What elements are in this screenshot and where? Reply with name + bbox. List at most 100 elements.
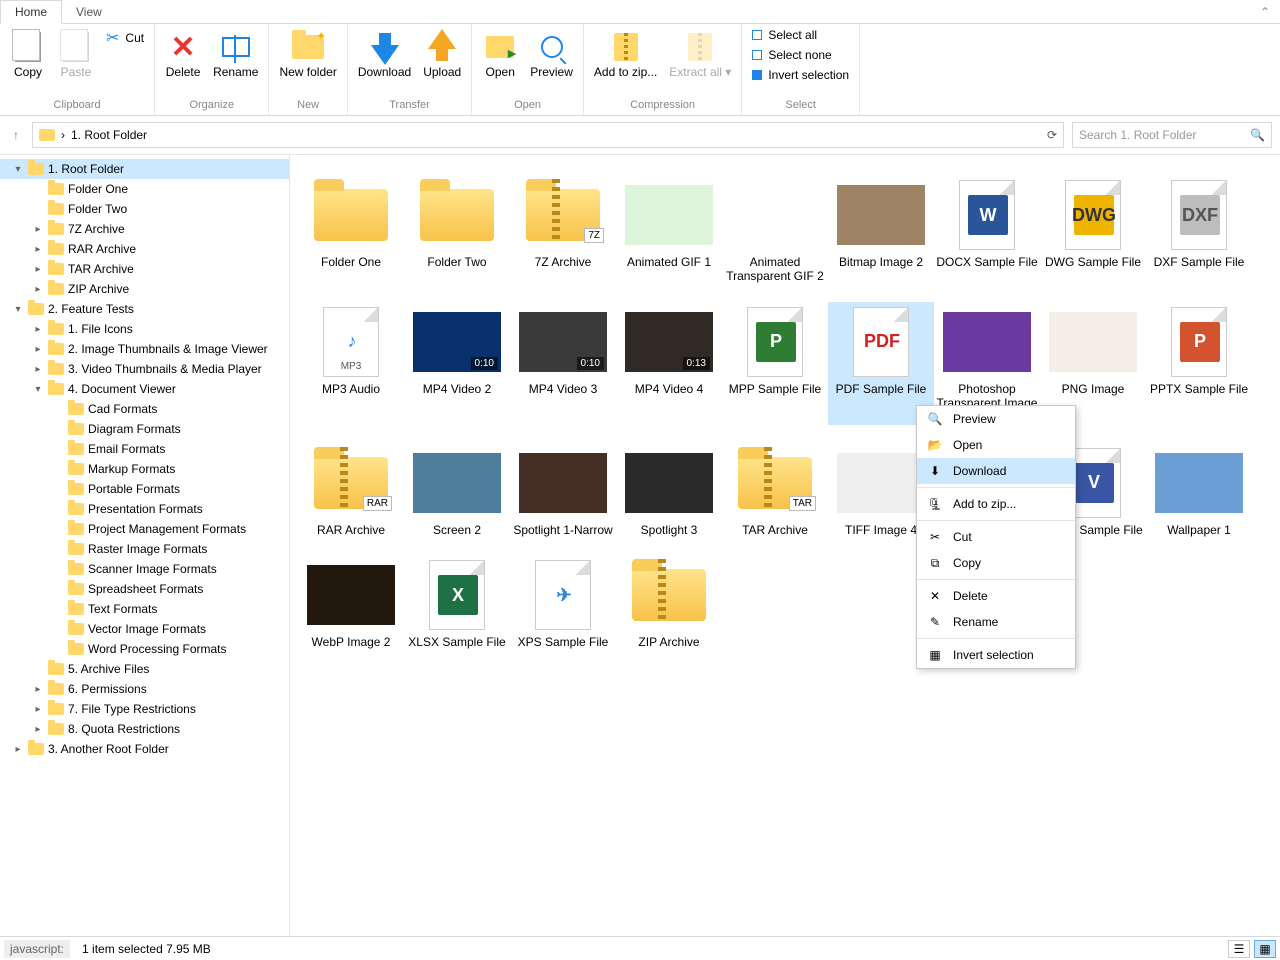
file-item[interactable]: Spotlight 1-Narrow [510,443,616,537]
chevron-icon[interactable]: ▸ [32,264,44,275]
context-cut[interactable]: ✂Cut [917,524,1075,550]
tree-item[interactable]: ▸8. Quota Restrictions [0,719,289,739]
file-pane[interactable]: Folder OneFolder Two7Z7Z ArchiveAnimated… [290,155,1280,936]
chevron-icon[interactable]: ▾ [12,304,24,315]
preview-button[interactable]: Preview [526,26,577,81]
refresh-button[interactable]: ⟳ [1047,128,1057,142]
file-item[interactable]: ♪MP3MP3 Audio [298,302,404,425]
file-item[interactable]: Spotlight 3 [616,443,722,537]
file-item[interactable]: Animated Transparent GIF 2 [722,175,828,284]
select-all-button[interactable]: Select all [748,26,853,44]
chevron-icon[interactable]: ▸ [32,364,44,375]
file-item[interactable]: DXFDXF Sample File [1146,175,1252,284]
file-item[interactable]: WebP Image 2 [298,555,404,649]
view-icons-button[interactable]: ▦ [1254,940,1276,958]
invert-selection-button[interactable]: Invert selection [748,66,853,84]
tree-item[interactable]: ▸ZIP Archive [0,279,289,299]
tree-item[interactable]: Presentation Formats [0,499,289,519]
context-invert-selection[interactable]: ▦Invert selection [917,642,1075,668]
file-item[interactable]: DWGDWG Sample File [1040,175,1146,284]
file-item[interactable]: TARTAR Archive [722,443,828,537]
tree-item[interactable]: ▸3. Video Thumbnails & Media Player [0,359,289,379]
paste-button[interactable]: Paste [54,26,98,81]
file-item[interactable]: PPPTX Sample File [1146,302,1252,425]
search-input[interactable]: Search 1. Root Folder 🔍 [1072,122,1272,148]
upload-button[interactable]: Upload [419,26,465,81]
tree-item[interactable]: Text Formats [0,599,289,619]
context-add-to-zip-[interactable]: 🗜Add to zip... [917,491,1075,517]
context-delete[interactable]: ✕Delete [917,583,1075,609]
tree-item[interactable]: Vector Image Formats [0,619,289,639]
folder-tree[interactable]: ▾1. Root FolderFolder OneFolder Two▸7Z A… [0,155,290,936]
tree-item[interactable]: Scanner Image Formats [0,559,289,579]
tree-item[interactable]: Spreadsheet Formats [0,579,289,599]
file-item[interactable]: 7Z7Z Archive [510,175,616,284]
delete-button[interactable]: ✕Delete [161,26,205,81]
chevron-icon[interactable]: ▸ [32,244,44,255]
file-item[interactable]: 0:10MP4 Video 2 [404,302,510,425]
copy-button[interactable]: Copy [6,26,50,81]
tree-item[interactable]: ▸TAR Archive [0,259,289,279]
context-copy[interactable]: ⧉Copy [917,550,1075,576]
context-preview[interactable]: 🔍Preview [917,406,1075,432]
chevron-icon[interactable]: ▸ [32,704,44,715]
breadcrumb[interactable]: › 1. Root Folder ⟳ [32,122,1064,148]
chevron-icon[interactable]: ▸ [12,744,24,755]
tree-item[interactable]: ▾1. Root Folder [0,159,289,179]
context-open[interactable]: 📂Open [917,432,1075,458]
add-to-zip-button[interactable]: Add to zip... [590,26,661,81]
tree-item[interactable]: Project Management Formats [0,519,289,539]
open-button[interactable]: Open [478,26,522,81]
new-folder-button[interactable]: New folder [275,26,340,81]
tree-item[interactable]: Cad Formats [0,399,289,419]
tree-item[interactable]: Word Processing Formats [0,639,289,659]
tree-item[interactable]: Diagram Formats [0,419,289,439]
tab-view[interactable]: View [62,1,116,23]
file-item[interactable]: Bitmap Image 2 [828,175,934,284]
file-item[interactable]: Animated GIF 1 [616,175,722,284]
chevron-icon[interactable]: ▸ [32,724,44,735]
download-button[interactable]: Download [354,26,415,81]
tree-item[interactable]: ▸2. Image Thumbnails & Image Viewer [0,339,289,359]
tab-home[interactable]: Home [0,0,62,24]
tree-item[interactable]: 5. Archive Files [0,659,289,679]
breadcrumb-segment[interactable]: 1. Root Folder [71,128,147,142]
file-item[interactable]: ZIP Archive [616,555,722,649]
view-details-button[interactable]: ☰ [1228,940,1250,958]
tree-item[interactable]: ▸6. Permissions [0,679,289,699]
chevron-icon[interactable]: ▸ [32,224,44,235]
file-item[interactable]: Folder Two [404,175,510,284]
cut-button[interactable]: ✂Cut [102,26,148,50]
tree-item[interactable]: ▸3. Another Root Folder [0,739,289,759]
chevron-icon[interactable]: ▸ [32,284,44,295]
tree-item[interactable]: Folder Two [0,199,289,219]
chevron-icon[interactable]: ▾ [32,384,44,395]
tree-item[interactable]: ▸1. File Icons [0,319,289,339]
file-item[interactable]: RARRAR Archive [298,443,404,537]
file-item[interactable]: 0:10MP4 Video 3 [510,302,616,425]
file-item[interactable]: WDOCX Sample File [934,175,1040,284]
tree-item[interactable]: Portable Formats [0,479,289,499]
tree-item[interactable]: Email Formats [0,439,289,459]
tree-item[interactable]: ▾4. Document Viewer [0,379,289,399]
tree-item[interactable]: ▸7Z Archive [0,219,289,239]
file-item[interactable]: Folder One [298,175,404,284]
file-item[interactable]: XXLSX Sample File [404,555,510,649]
tree-item[interactable]: ▸7. File Type Restrictions [0,699,289,719]
chevron-icon[interactable]: ▾ [12,164,24,175]
tree-item[interactable]: Folder One [0,179,289,199]
rename-button[interactable]: Rename [209,26,262,81]
select-none-button[interactable]: Select none [748,46,853,64]
tree-item[interactable]: Markup Formats [0,459,289,479]
file-item[interactable]: Screen 2 [404,443,510,537]
tree-item[interactable]: ▾2. Feature Tests [0,299,289,319]
up-one-level-button[interactable]: ↑ [8,128,24,142]
extract-all-button[interactable]: Extract all ▾ [665,26,735,81]
tree-item[interactable]: Raster Image Formats [0,539,289,559]
file-item[interactable]: PMPP Sample File [722,302,828,425]
file-item[interactable]: Wallpaper 1 [1146,443,1252,537]
chevron-icon[interactable]: ▸ [32,684,44,695]
context-rename[interactable]: ✎Rename [917,609,1075,635]
file-item[interactable]: 0:13MP4 Video 4 [616,302,722,425]
chevron-icon[interactable]: ▸ [32,344,44,355]
